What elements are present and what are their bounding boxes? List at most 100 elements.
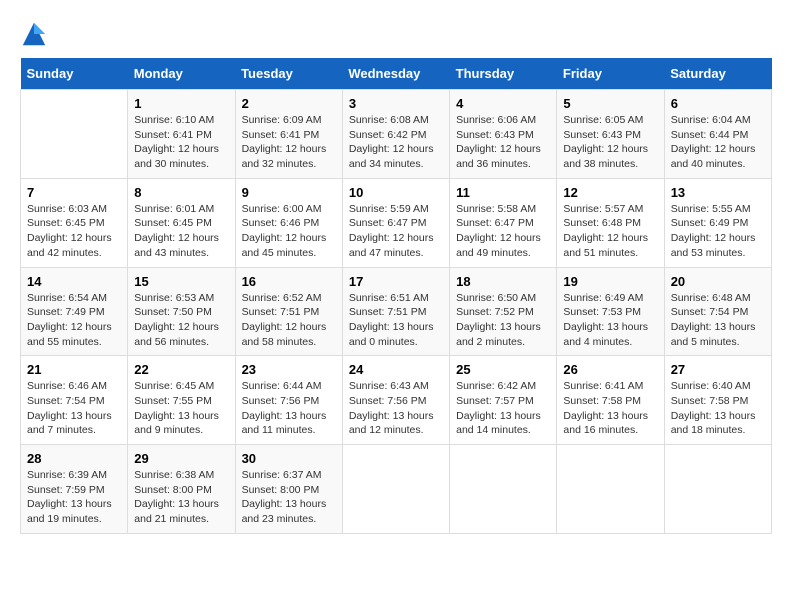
day-info: Sunrise: 6:52 AMSunset: 7:51 PMDaylight:…: [242, 291, 336, 350]
calendar-cell: [450, 445, 557, 534]
calendar-cell: 28 Sunrise: 6:39 AMSunset: 7:59 PMDayligh…: [21, 445, 128, 534]
day-info: Sunrise: 6:46 AMSunset: 7:54 PMDaylight:…: [27, 379, 121, 438]
calendar-cell: [342, 445, 449, 534]
day-number: 12: [563, 185, 657, 200]
day-of-week-thursday: Thursday: [450, 58, 557, 90]
day-number: 9: [242, 185, 336, 200]
calendar-cell: [557, 445, 664, 534]
calendar-cell: 16 Sunrise: 6:52 AMSunset: 7:51 PMDayligh…: [235, 267, 342, 356]
day-info: Sunrise: 6:38 AMSunset: 8:00 PMDaylight:…: [134, 468, 228, 527]
day-number: 24: [349, 362, 443, 377]
day-number: 27: [671, 362, 765, 377]
day-info: Sunrise: 6:06 AMSunset: 6:43 PMDaylight:…: [456, 113, 550, 172]
day-number: 23: [242, 362, 336, 377]
day-number: 11: [456, 185, 550, 200]
day-number: 10: [349, 185, 443, 200]
calendar-table: SundayMondayTuesdayWednesdayThursdayFrid…: [20, 58, 772, 534]
day-info: Sunrise: 6:37 AMSunset: 8:00 PMDaylight:…: [242, 468, 336, 527]
day-number: 3: [349, 96, 443, 111]
calendar-cell: 6 Sunrise: 6:04 AMSunset: 6:44 PMDaylight…: [664, 90, 771, 179]
day-number: 4: [456, 96, 550, 111]
calendar-cell: 18 Sunrise: 6:50 AMSunset: 7:52 PMDayligh…: [450, 267, 557, 356]
calendar-cell: 13 Sunrise: 5:55 AMSunset: 6:49 PMDayligh…: [664, 178, 771, 267]
calendar-cell: [21, 90, 128, 179]
week-row-1: 1 Sunrise: 6:10 AMSunset: 6:41 PMDaylight…: [21, 90, 772, 179]
day-info: Sunrise: 6:50 AMSunset: 7:52 PMDaylight:…: [456, 291, 550, 350]
day-number: 21: [27, 362, 121, 377]
day-of-week-tuesday: Tuesday: [235, 58, 342, 90]
day-of-week-friday: Friday: [557, 58, 664, 90]
day-number: 15: [134, 274, 228, 289]
day-number: 30: [242, 451, 336, 466]
day-info: Sunrise: 6:53 AMSunset: 7:50 PMDaylight:…: [134, 291, 228, 350]
calendar-cell: 19Sunrise: 6:49 AMSunset: 7:53 PMDayligh…: [557, 267, 664, 356]
day-info: Sunrise: 6:03 AMSunset: 6:45 PMDaylight:…: [27, 202, 121, 261]
day-number: 18: [456, 274, 550, 289]
day-info: Sunrise: 6:05 AMSunset: 6:43 PMDaylight:…: [563, 113, 657, 172]
day-number: 28: [27, 451, 121, 466]
calendar-header-row: SundayMondayTuesdayWednesdayThursdayFrid…: [21, 58, 772, 90]
week-row-3: 14 Sunrise: 6:54 AMSunset: 7:49 PMDayligh…: [21, 267, 772, 356]
day-number: 2: [242, 96, 336, 111]
day-of-week-monday: Monday: [128, 58, 235, 90]
calendar-cell: 23 Sunrise: 6:44 AMSunset: 7:56 PMDayligh…: [235, 356, 342, 445]
week-row-2: 7 Sunrise: 6:03 AMSunset: 6:45 PMDaylight…: [21, 178, 772, 267]
day-number: 19: [563, 274, 657, 289]
day-info: Sunrise: 6:41 AMSunset: 7:58 PMDaylight:…: [563, 379, 657, 438]
calendar-cell: 22 Sunrise: 6:45 AMSunset: 7:55 PMDayligh…: [128, 356, 235, 445]
day-number: 13: [671, 185, 765, 200]
calendar-cell: 14 Sunrise: 6:54 AMSunset: 7:49 PMDayligh…: [21, 267, 128, 356]
day-info: Sunrise: 6:44 AMSunset: 7:56 PMDaylight:…: [242, 379, 336, 438]
day-of-week-saturday: Saturday: [664, 58, 771, 90]
calendar-cell: 24 Sunrise: 6:43 AMSunset: 7:56 PMDayligh…: [342, 356, 449, 445]
day-info: Sunrise: 5:55 AMSunset: 6:49 PMDaylight:…: [671, 202, 765, 261]
day-number: 6: [671, 96, 765, 111]
day-info: Sunrise: 5:59 AMSunset: 6:47 PMDaylight:…: [349, 202, 443, 261]
page-header: [20, 20, 772, 48]
day-info: Sunrise: 6:54 AMSunset: 7:49 PMDaylight:…: [27, 291, 121, 350]
day-info: Sunrise: 6:04 AMSunset: 6:44 PMDaylight:…: [671, 113, 765, 172]
day-info: Sunrise: 6:48 AMSunset: 7:54 PMDaylight:…: [671, 291, 765, 350]
day-number: 8: [134, 185, 228, 200]
week-row-4: 21 Sunrise: 6:46 AMSunset: 7:54 PMDayligh…: [21, 356, 772, 445]
day-number: 17: [349, 274, 443, 289]
calendar-cell: 15 Sunrise: 6:53 AMSunset: 7:50 PMDayligh…: [128, 267, 235, 356]
day-number: 22: [134, 362, 228, 377]
day-info: Sunrise: 5:58 AMSunset: 6:47 PMDaylight:…: [456, 202, 550, 261]
day-info: Sunrise: 6:43 AMSunset: 7:56 PMDaylight:…: [349, 379, 443, 438]
week-row-5: 28 Sunrise: 6:39 AMSunset: 7:59 PMDayligh…: [21, 445, 772, 534]
day-info: Sunrise: 6:51 AMSunset: 7:51 PMDaylight:…: [349, 291, 443, 350]
logo: [20, 20, 52, 48]
day-info: Sunrise: 6:09 AMSunset: 6:41 PMDaylight:…: [242, 113, 336, 172]
day-info: Sunrise: 6:40 AMSunset: 7:58 PMDaylight:…: [671, 379, 765, 438]
day-info: Sunrise: 6:00 AMSunset: 6:46 PMDaylight:…: [242, 202, 336, 261]
calendar-cell: 7 Sunrise: 6:03 AMSunset: 6:45 PMDaylight…: [21, 178, 128, 267]
calendar-cell: 30 Sunrise: 6:37 AMSunset: 8:00 PMDayligh…: [235, 445, 342, 534]
day-info: Sunrise: 6:39 AMSunset: 7:59 PMDaylight:…: [27, 468, 121, 527]
day-of-week-wednesday: Wednesday: [342, 58, 449, 90]
day-number: 14: [27, 274, 121, 289]
calendar-cell: 17 Sunrise: 6:51 AMSunset: 7:51 PMDayligh…: [342, 267, 449, 356]
day-number: 1: [134, 96, 228, 111]
calendar-cell: 5 Sunrise: 6:05 AMSunset: 6:43 PMDaylight…: [557, 90, 664, 179]
day-info: Sunrise: 6:45 AMSunset: 7:55 PMDaylight:…: [134, 379, 228, 438]
calendar-cell: [664, 445, 771, 534]
calendar-cell: 8Sunrise: 6:01 AMSunset: 6:45 PMDaylight…: [128, 178, 235, 267]
day-number: 7: [27, 185, 121, 200]
day-of-week-sunday: Sunday: [21, 58, 128, 90]
day-number: 25: [456, 362, 550, 377]
calendar-cell: 21 Sunrise: 6:46 AMSunset: 7:54 PMDayligh…: [21, 356, 128, 445]
calendar-cell: 27 Sunrise: 6:40 AMSunset: 7:58 PMDayligh…: [664, 356, 771, 445]
calendar-cell: 11 Sunrise: 5:58 AMSunset: 6:47 PMDayligh…: [450, 178, 557, 267]
day-info: Sunrise: 6:10 AMSunset: 6:41 PMDaylight:…: [134, 113, 228, 172]
day-info: Sunrise: 6:08 AMSunset: 6:42 PMDaylight:…: [349, 113, 443, 172]
day-info: Sunrise: 5:57 AMSunset: 6:48 PMDaylight:…: [563, 202, 657, 261]
day-number: 20: [671, 274, 765, 289]
calendar-cell: 26Sunrise: 6:41 AMSunset: 7:58 PMDayligh…: [557, 356, 664, 445]
day-number: 16: [242, 274, 336, 289]
calendar-cell: 3 Sunrise: 6:08 AMSunset: 6:42 PMDaylight…: [342, 90, 449, 179]
day-number: 5: [563, 96, 657, 111]
day-info: Sunrise: 6:42 AMSunset: 7:57 PMDaylight:…: [456, 379, 550, 438]
calendar-cell: 4 Sunrise: 6:06 AMSunset: 6:43 PMDaylight…: [450, 90, 557, 179]
calendar-cell: 20 Sunrise: 6:48 AMSunset: 7:54 PMDayligh…: [664, 267, 771, 356]
